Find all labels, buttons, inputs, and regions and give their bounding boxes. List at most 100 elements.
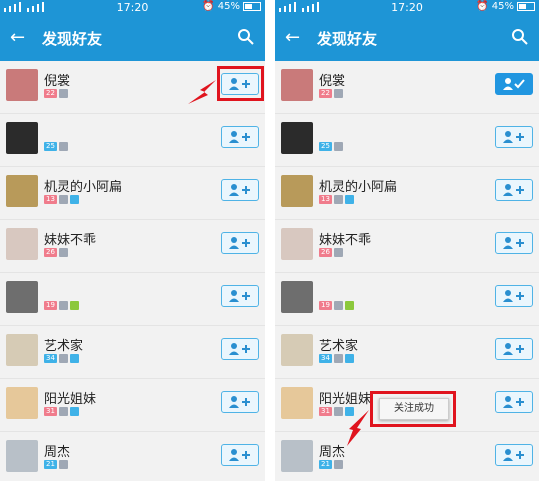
- follow-button[interactable]: [495, 338, 533, 360]
- search-icon[interactable]: [237, 28, 255, 46]
- age-badge: 21: [319, 460, 332, 469]
- avatar[interactable]: [6, 69, 38, 101]
- avatar[interactable]: [6, 281, 38, 313]
- user-badges: 34: [44, 354, 79, 363]
- phone-screen-before: 17:20 ⏰ 45% ← 发现好友 倪裳 22 25 机灵的小阿扁 13 妹妹不乖 26 1…: [0, 0, 265, 481]
- alarm-icon: ⏰: [202, 1, 215, 12]
- user-row[interactable]: 机灵的小阿扁 13: [275, 167, 539, 220]
- user-name: 阳光姐妹: [44, 392, 97, 407]
- avatar[interactable]: [281, 69, 313, 101]
- user-name: 周杰: [319, 445, 346, 460]
- user-name: 倪裳: [319, 74, 346, 89]
- user-name: 妹妹不乖: [319, 233, 372, 248]
- user-row[interactable]: 阳光姐妹 31: [0, 379, 265, 432]
- follow-button[interactable]: [221, 232, 259, 254]
- tag-badge-icon: [333, 195, 343, 204]
- user-name: 倪裳: [44, 74, 71, 89]
- follow-button[interactable]: [221, 391, 259, 413]
- user-badges: 26: [319, 248, 343, 257]
- avatar[interactable]: [281, 387, 313, 419]
- tutorial-composite: 17:20 ⏰ 45% ← 发现好友 倪裳 22 25 机灵的小阿扁 13 妹妹不乖 26 1…: [0, 0, 539, 481]
- tag-badge-icon: [58, 195, 68, 204]
- tag-badge-icon: [333, 142, 343, 151]
- search-icon[interactable]: [511, 28, 529, 46]
- age-badge: 25: [44, 142, 57, 151]
- tag-badge-icon: [69, 407, 79, 416]
- user-row[interactable]: 妹妹不乖 26: [275, 220, 539, 273]
- avatar[interactable]: [6, 334, 38, 366]
- user-row[interactable]: 艺术家 34: [275, 326, 539, 379]
- follow-button[interactable]: [221, 338, 259, 360]
- user-row[interactable]: 机灵的小阿扁 13: [0, 167, 265, 220]
- tag-badge-icon: [58, 142, 68, 151]
- avatar[interactable]: [281, 440, 313, 472]
- user-row[interactable]: 艺术家 34: [0, 326, 265, 379]
- follow-button[interactable]: [221, 285, 259, 307]
- battery-icon: [243, 2, 261, 11]
- user-row[interactable]: 周杰 21: [275, 432, 539, 481]
- add-user-icon: [503, 343, 524, 355]
- add-user-icon: [229, 131, 250, 143]
- follow-button[interactable]: [221, 179, 259, 201]
- follow-button[interactable]: [495, 444, 533, 466]
- user-badges: 34: [319, 354, 354, 363]
- follow-button[interactable]: [495, 285, 533, 307]
- age-badge: 26: [44, 248, 57, 257]
- tag-badge-icon: [69, 354, 79, 363]
- follow-button[interactable]: [495, 391, 533, 413]
- back-arrow-icon[interactable]: ←: [285, 15, 311, 61]
- add-user-icon: [503, 237, 524, 249]
- user-badges: 22: [319, 89, 343, 98]
- avatar[interactable]: [6, 387, 38, 419]
- avatar[interactable]: [281, 228, 313, 260]
- avatar[interactable]: [281, 334, 313, 366]
- user-row[interactable]: 19: [275, 273, 539, 326]
- follow-button[interactable]: [495, 179, 533, 201]
- add-user-icon: [503, 449, 524, 461]
- add-user-icon: [229, 343, 250, 355]
- tag-badge-icon: [333, 89, 343, 98]
- tag-badge-icon: [344, 354, 354, 363]
- tag-badge-icon: [58, 407, 68, 416]
- follow-button[interactable]: [495, 232, 533, 254]
- age-badge: 13: [319, 195, 332, 204]
- alarm-icon: ⏰: [476, 1, 489, 12]
- status-bar: 17:20 ⏰ 45%: [275, 0, 539, 15]
- user-name: 机灵的小阿扁: [319, 180, 398, 195]
- tag-badge-icon: [333, 301, 343, 310]
- age-badge: 19: [319, 301, 332, 310]
- app-header: ← 发现好友: [275, 15, 539, 61]
- back-arrow-icon[interactable]: ←: [10, 15, 36, 61]
- avatar[interactable]: [6, 175, 38, 207]
- avatar[interactable]: [6, 122, 38, 154]
- add-user-icon: [503, 396, 524, 408]
- user-row[interactable]: 19: [0, 273, 265, 326]
- pointer-arrow: [347, 410, 369, 446]
- user-row[interactable]: 周杰 21: [0, 432, 265, 481]
- avatar[interactable]: [281, 281, 313, 313]
- avatar[interactable]: [6, 228, 38, 260]
- user-name: 艺术家: [44, 339, 84, 354]
- age-badge: 25: [319, 142, 332, 151]
- tag-badge-icon: [333, 460, 343, 469]
- avatar[interactable]: [281, 175, 313, 207]
- user-badges: 25: [319, 142, 343, 151]
- avatar[interactable]: [281, 122, 313, 154]
- user-check-icon: [503, 78, 525, 90]
- user-row[interactable]: 倪裳 22: [275, 61, 539, 114]
- user-name: 机灵的小阿扁: [44, 180, 123, 195]
- pointer-arrow: [188, 80, 216, 104]
- followed-button[interactable]: [495, 73, 533, 95]
- battery-percent: 45%: [217, 1, 240, 12]
- follow-button[interactable]: [221, 444, 259, 466]
- user-row[interactable]: 25: [275, 114, 539, 167]
- highlight-box: [217, 66, 264, 101]
- user-row[interactable]: 妹妹不乖 26: [0, 220, 265, 273]
- follow-button[interactable]: [221, 126, 259, 148]
- user-row[interactable]: 25: [0, 114, 265, 167]
- page-title: 发现好友: [317, 29, 378, 48]
- tag-badge-icon: [69, 195, 79, 204]
- follow-button[interactable]: [495, 126, 533, 148]
- avatar[interactable]: [6, 440, 38, 472]
- tag-badge-icon: [58, 301, 68, 310]
